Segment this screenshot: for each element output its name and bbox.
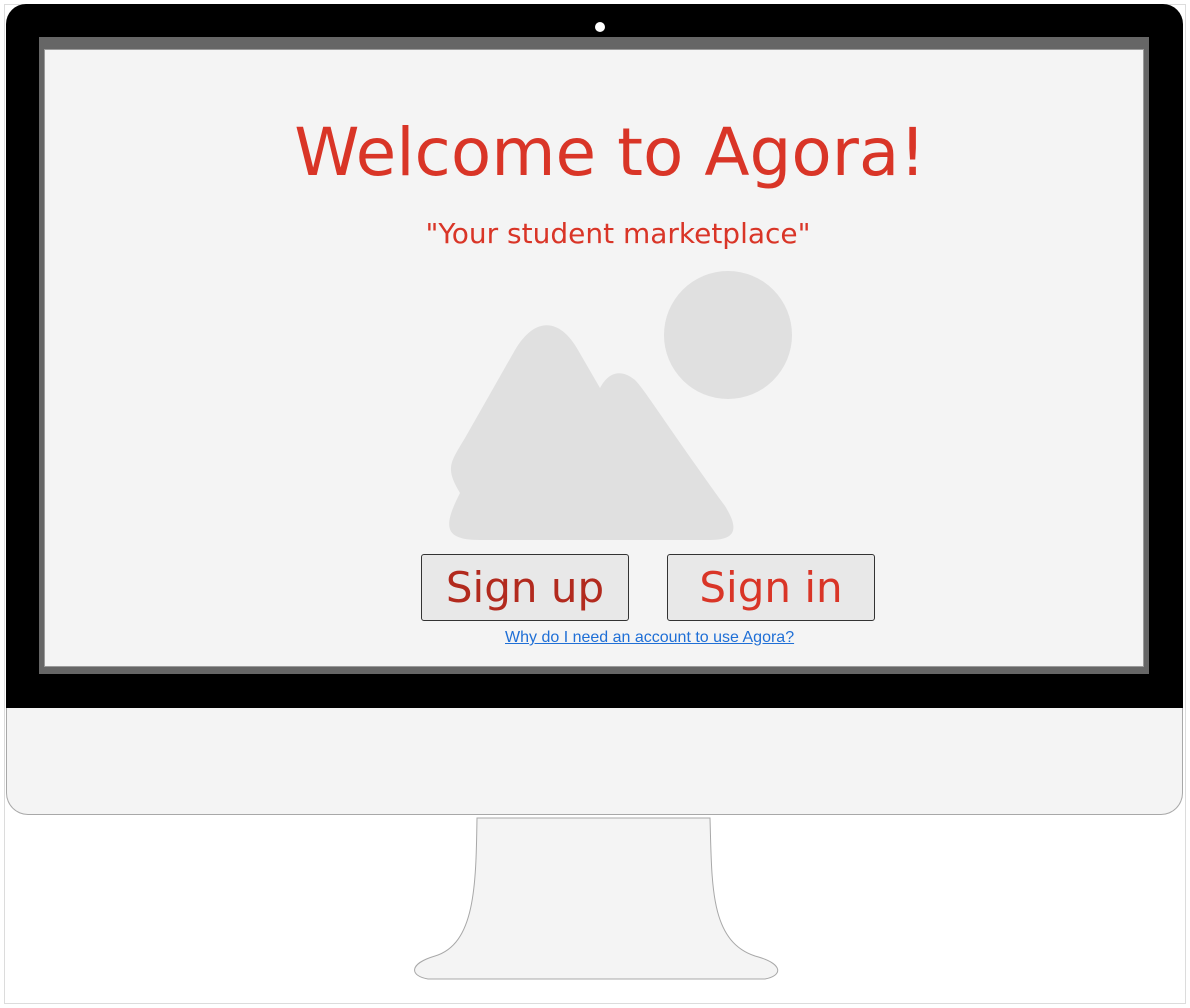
screen: Welcome to Agora! "Your student marketpl… [44, 49, 1144, 667]
sign-in-button[interactable]: Sign in [667, 554, 875, 621]
monitor-chin [6, 708, 1183, 815]
camera-dot [595, 22, 605, 32]
account-help-link[interactable]: Why do I need an account to use Agora? [505, 629, 794, 647]
sign-up-button[interactable]: Sign up [421, 554, 629, 621]
monitor-stand [414, 817, 779, 980]
image-placeholder-icon [449, 271, 792, 540]
page-title: Welcome to Agora! [294, 114, 926, 191]
page-subtitle: "Your student marketplace" [425, 217, 811, 250]
